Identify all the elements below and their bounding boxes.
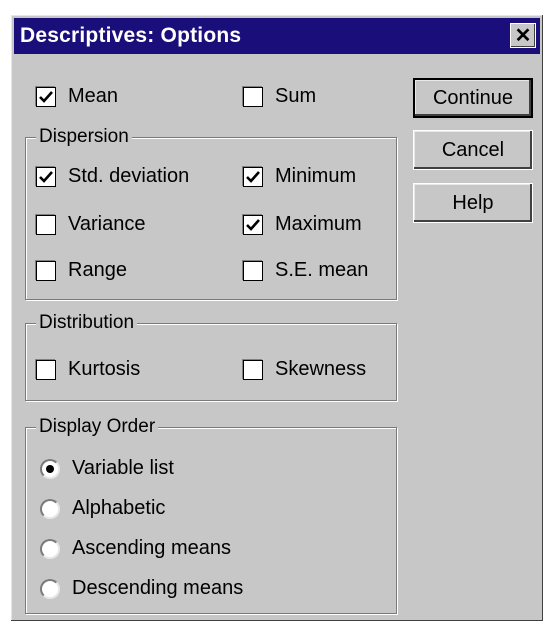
variance-label: Variance bbox=[68, 213, 146, 235]
se-mean-checkbox[interactable]: S.E. mean bbox=[243, 259, 368, 282]
std-deviation-label: Std. deviation bbox=[68, 165, 190, 187]
std-deviation-checkbox[interactable]: Std. deviation bbox=[36, 165, 189, 188]
radio-label: Ascending means bbox=[72, 537, 231, 559]
radio-icon bbox=[40, 458, 60, 479]
checkbox-icon bbox=[243, 86, 263, 107]
dispersion-group: Dispersion Std. deviation Minimum Varian… bbox=[25, 126, 397, 300]
distribution-group: Distribution Kurtosis Skewness bbox=[25, 312, 397, 401]
range-checkbox[interactable]: Range bbox=[36, 259, 127, 282]
kurtosis-checkbox[interactable]: Kurtosis bbox=[36, 358, 140, 381]
minimum-checkbox[interactable]: Minimum bbox=[243, 165, 356, 188]
checkmark-icon bbox=[36, 166, 56, 187]
mean-label: Mean bbox=[68, 85, 119, 107]
dialog-title: Descriptives: Options bbox=[20, 24, 242, 47]
maximum-checkbox[interactable]: Maximum bbox=[243, 213, 362, 236]
display-order-group: Display Order Variable list Alphabetic A… bbox=[25, 416, 397, 614]
skewness-label: Skewness bbox=[275, 358, 367, 380]
skewness-checkbox[interactable]: Skewness bbox=[243, 358, 366, 381]
distribution-legend: Distribution bbox=[36, 312, 138, 334]
kurtosis-label: Kurtosis bbox=[68, 358, 141, 380]
checkmark-icon bbox=[36, 86, 56, 107]
minimum-label: Minimum bbox=[275, 165, 357, 187]
radio-label: Alphabetic bbox=[72, 497, 166, 519]
maximum-label: Maximum bbox=[275, 213, 362, 235]
close-icon: ✕ bbox=[514, 24, 532, 47]
checkbox-icon bbox=[243, 260, 263, 281]
se-mean-label: S.E. mean bbox=[275, 259, 369, 281]
help-button[interactable]: Help bbox=[413, 183, 533, 223]
checkbox-icon bbox=[36, 260, 56, 281]
mean-checkbox[interactable]: Mean bbox=[36, 85, 118, 108]
radio-alphabetic[interactable]: Alphabetic bbox=[40, 497, 165, 520]
options-dialog: Descriptives: Options ✕ Mean Sum Dispers… bbox=[10, 14, 544, 622]
display-order-legend: Display Order bbox=[36, 416, 159, 438]
radio-icon bbox=[40, 538, 60, 559]
radio-label: Variable list bbox=[72, 457, 174, 479]
radio-icon bbox=[40, 578, 60, 599]
close-button[interactable]: ✕ bbox=[510, 23, 536, 48]
checkbox-icon bbox=[243, 359, 263, 380]
radio-icon bbox=[40, 498, 60, 519]
sum-checkbox[interactable]: Sum bbox=[243, 85, 316, 108]
checkbox-icon bbox=[36, 359, 56, 380]
sum-label: Sum bbox=[275, 85, 317, 107]
checkmark-icon bbox=[243, 214, 263, 235]
checkmark-icon bbox=[243, 166, 263, 187]
radio-descending-means[interactable]: Descending means bbox=[40, 577, 243, 600]
radio-variable-list[interactable]: Variable list bbox=[40, 457, 174, 480]
continue-button[interactable]: Continue bbox=[413, 78, 533, 118]
cancel-button[interactable]: Cancel bbox=[413, 130, 533, 170]
variance-checkbox[interactable]: Variance bbox=[36, 213, 145, 236]
dispersion-legend: Dispersion bbox=[36, 126, 132, 148]
radio-label: Descending means bbox=[72, 577, 244, 599]
checkbox-icon bbox=[36, 214, 56, 235]
radio-ascending-means[interactable]: Ascending means bbox=[40, 537, 231, 560]
range-label: Range bbox=[68, 259, 127, 281]
title-bar: Descriptives: Options ✕ bbox=[14, 18, 540, 54]
